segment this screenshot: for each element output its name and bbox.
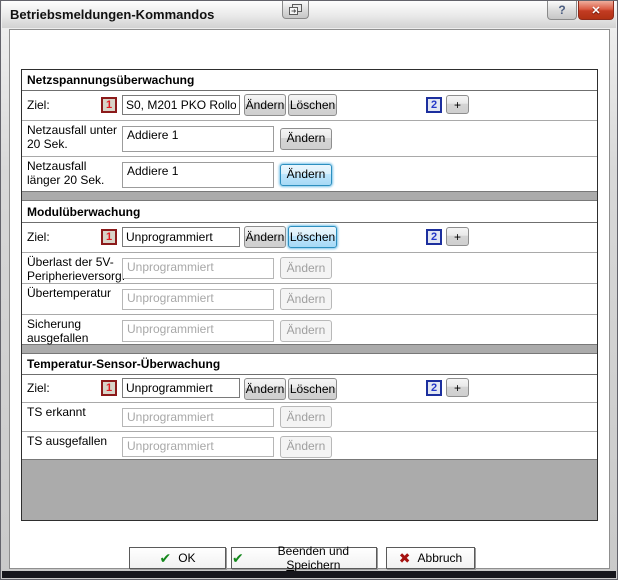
aendern-button: Ändern (280, 320, 332, 342)
ziel-value-field[interactable] (122, 378, 240, 398)
command-value-box: Unprogrammiert (122, 258, 274, 279)
event-label: Netzausfall länger 20 Sek. (27, 159, 123, 187)
target1-badge: 1 (101, 97, 117, 113)
dialog-window: Betriebsmeldungen-Kommandos ? ✕ Netzspan… (0, 0, 618, 580)
ok-label: OK (178, 551, 195, 565)
cancel-button[interactable]: ✖ Abbruch (386, 547, 475, 569)
aendern-button[interactable]: Ändern (280, 164, 332, 186)
ziel-label: Ziel: (27, 381, 50, 395)
ziel-row: Ziel: 1 Ändern Löschen 2 + (22, 375, 597, 403)
loeschen-button[interactable]: Löschen (288, 94, 337, 116)
aendern-button[interactable]: Ändern (280, 128, 332, 150)
ziel-row: Ziel: 1 Ändern Löschen 2 + (22, 91, 597, 121)
window-bottom-edge (2, 571, 616, 578)
section-title: Modulüberwachung (22, 201, 597, 223)
command-value-box: Addiere 1 (122, 162, 274, 188)
section-title: Temperatur-Sensor-Überwachung (22, 354, 597, 375)
monitoring-table: Netzspannungsüberwachung Ziel: 1 Ändern … (21, 69, 598, 521)
event-row: Sicherung ausgefallen Unprogrammiert Änd… (22, 315, 597, 346)
event-row: Netzausfall länger 20 Sek. Addiere 1 Änd… (22, 157, 597, 192)
section-moduluberwachung: Modulüberwachung Ziel: 1 Ändern Löschen … (22, 200, 597, 345)
ziel-value-field[interactable] (122, 227, 240, 247)
ziel-value-field[interactable] (122, 95, 240, 115)
ziel-label: Ziel: (27, 230, 50, 244)
cancel-label: Abbruch (418, 551, 463, 565)
target1-badge: 1 (101, 380, 117, 396)
event-row: Überlast der 5V-Peripherieversorg. Unpro… (22, 253, 597, 284)
target2-badge: 2 (426, 97, 442, 113)
event-label: TS erkannt (27, 405, 123, 419)
aendern-button: Ändern (280, 406, 332, 428)
command-value-box: Addiere 1 (122, 126, 274, 152)
event-row: TS ausgefallen Unprogrammiert Ändern (22, 432, 597, 461)
window-title: Betriebsmeldungen-Kommandos (10, 7, 214, 22)
dock-icon (289, 4, 302, 15)
ok-button[interactable]: ✔ OK (129, 547, 226, 569)
ziel-label: Ziel: (27, 98, 50, 112)
aendern-button[interactable]: Ändern (244, 226, 286, 248)
loeschen-button[interactable]: Löschen (288, 226, 337, 248)
close-button[interactable]: ✕ (578, 1, 614, 20)
help-icon: ? (558, 3, 565, 17)
aendern-button[interactable]: Ändern (244, 378, 286, 400)
aendern-button: Ändern (280, 288, 332, 310)
target2-badge: 2 (426, 229, 442, 245)
target2-badge: 2 (426, 380, 442, 396)
add-target-button[interactable]: + (446, 227, 469, 246)
dock-button[interactable] (282, 1, 309, 19)
loeschen-button[interactable]: Löschen (288, 378, 337, 400)
target1-badge: 1 (101, 229, 117, 245)
event-label: Sicherung ausgefallen (27, 317, 123, 345)
event-row: Netzausfall unter 20 Sek. Addiere 1 Ände… (22, 121, 597, 157)
cross-icon: ✖ (399, 550, 411, 567)
section-temperatur-sensor-ueberwachung: Temperatur-Sensor-Überwachung Ziel: 1 Än… (22, 353, 597, 460)
check-icon: ✔ (232, 550, 244, 567)
event-row: TS erkannt Unprogrammiert Ändern (22, 403, 597, 432)
help-button[interactable]: ? (547, 1, 577, 20)
check-icon: ✔ (159, 550, 171, 567)
ziel-row: Ziel: 1 Ändern Löschen 2 + (22, 223, 597, 253)
event-label: Überlast der 5V-Peripherieversorg. (27, 255, 123, 283)
command-value-box: Unprogrammiert (122, 320, 274, 342)
section-title: Netzspannungsüberwachung (22, 70, 597, 91)
dialog-body: Netzspannungsüberwachung Ziel: 1 Ändern … (9, 29, 610, 569)
close-icon: ✕ (591, 4, 600, 17)
save-label: Beenden und Speichern (251, 544, 376, 572)
command-value-box: Unprogrammiert (122, 437, 274, 457)
aendern-button[interactable]: Ändern (244, 94, 286, 116)
add-target-button[interactable]: + (446, 95, 469, 114)
add-target-button[interactable]: + (446, 378, 469, 397)
event-row: Übertemperatur Unprogrammiert Ändern (22, 284, 597, 315)
save-and-exit-button[interactable]: ✔ Beenden und Speichern (231, 547, 377, 569)
event-label: TS ausgefallen (27, 434, 123, 448)
event-label: Übertemperatur (27, 286, 123, 300)
event-label: Netzausfall unter 20 Sek. (27, 123, 123, 151)
title-bar[interactable]: Betriebsmeldungen-Kommandos (2, 1, 616, 28)
aendern-button: Ändern (280, 257, 332, 279)
command-value-box: Unprogrammiert (122, 408, 274, 427)
aendern-button: Ändern (280, 436, 332, 458)
section-netzspannungsueberwachung: Netzspannungsüberwachung Ziel: 1 Ändern … (22, 70, 597, 192)
command-value-box: Unprogrammiert (122, 289, 274, 310)
